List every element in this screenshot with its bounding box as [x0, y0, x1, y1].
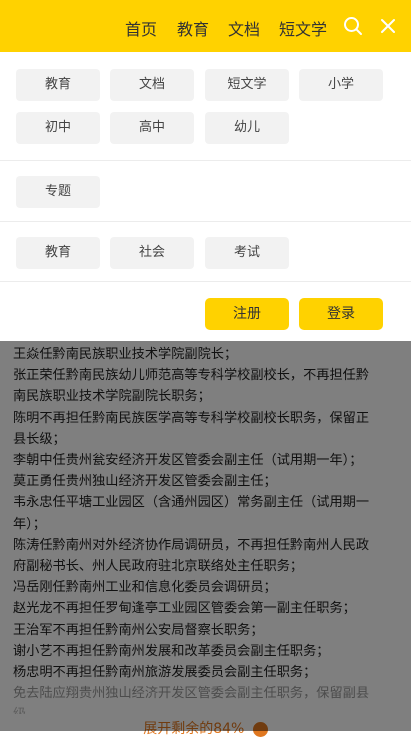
chip-junior-high[interactable]: 初中: [16, 112, 100, 144]
chip-society[interactable]: 社会: [110, 237, 194, 269]
register-button[interactable]: 注册: [205, 298, 289, 330]
chip-education-2[interactable]: 教育: [16, 237, 100, 269]
chip-primary-school[interactable]: 小学: [299, 69, 383, 101]
nav-education[interactable]: 教育: [177, 16, 209, 40]
chip-topic[interactable]: 专题: [16, 176, 100, 208]
nav-short-literature[interactable]: 短文学: [279, 16, 327, 40]
subject-section: 教育 社会 考试: [0, 222, 411, 282]
chip-documents[interactable]: 文档: [110, 69, 194, 101]
nav-home[interactable]: 首页: [125, 16, 157, 40]
category-section: 教育 文档 短文学 小学 初中 高中 幼儿: [0, 52, 411, 161]
chip-education[interactable]: 教育: [16, 69, 100, 101]
close-icon[interactable]: [379, 17, 397, 35]
chip-exam[interactable]: 考试: [205, 237, 289, 269]
topic-section: 专题: [0, 161, 411, 222]
chip-kindergarten[interactable]: 幼儿: [205, 112, 289, 144]
nav-documents[interactable]: 文档: [228, 16, 260, 40]
top-bar: 首页 教育 文档 短文学: [0, 0, 411, 52]
chip-senior-high[interactable]: 高中: [110, 112, 194, 144]
chip-short-literature[interactable]: 短文学: [205, 69, 289, 101]
category-panel: 教育 文档 短文学 小学 初中 高中 幼儿 专题 教育 社会 考试 注册 登录: [0, 52, 411, 341]
search-icon[interactable]: [343, 16, 363, 36]
dim-overlay[interactable]: [0, 341, 411, 731]
login-button[interactable]: 登录: [299, 298, 383, 330]
